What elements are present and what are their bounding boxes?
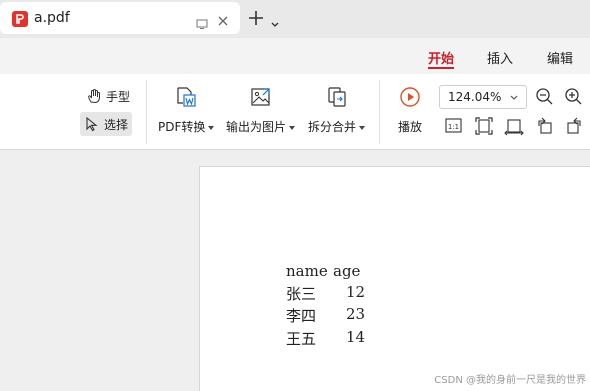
rotate-right-button[interactable] [564, 116, 584, 136]
row-1-name: 张三 [286, 285, 317, 303]
tab-strip: a.pdf [0, 0, 590, 38]
svg-text:1:1: 1:1 [448, 123, 459, 131]
fit-page-button[interactable] [474, 116, 494, 136]
play-label: 播放 [398, 120, 423, 134]
dropdown-caret-icon [359, 125, 366, 130]
active-tab-indicator [428, 67, 454, 69]
rotate-left-button[interactable] [535, 116, 555, 136]
play-icon [400, 87, 420, 107]
hand-tool-button[interactable]: 手型 [82, 84, 134, 108]
document-tab[interactable]: a.pdf [0, 2, 240, 34]
export-image-button[interactable]: 输出为图片 [226, 86, 296, 135]
pdf-file-icon [12, 11, 28, 27]
split-merge-icon [327, 87, 346, 107]
zoom-level-select[interactable]: 124.04% [439, 85, 527, 109]
actual-size-button[interactable]: 1:1 [444, 116, 464, 136]
row-3-name: 王五 [286, 330, 317, 348]
row-2-age: 23 [346, 305, 366, 323]
rotate-right-icon [567, 117, 581, 134]
chevron-down-icon[interactable] [270, 14, 280, 27]
row-2-name: 李四 [286, 307, 317, 325]
toolbar-divider [146, 80, 147, 144]
cursor-arrow-icon [86, 116, 98, 132]
tab-title: a.pdf [34, 10, 70, 26]
rotate-left-icon [538, 117, 552, 134]
zoom-in-button[interactable] [564, 87, 584, 107]
split-merge-button[interactable]: 拆分合并 [308, 86, 366, 135]
play-button[interactable]: 播放 [398, 86, 422, 135]
chevron-down-icon [510, 95, 518, 100]
actual-size-icon: 1:1 [445, 118, 462, 133]
toolbar-divider [379, 80, 380, 144]
tab-start[interactable]: 开始 [428, 48, 454, 67]
dropdown-caret-icon [208, 125, 215, 130]
ribbon-tab-bar: 开始 插入 编辑 [0, 38, 590, 74]
export-image-label: 输出为图片 [226, 120, 287, 134]
pdf-convert-button[interactable]: PDF转换 [158, 86, 215, 135]
tab-edit[interactable]: 编辑 [547, 48, 573, 67]
row-1-age: 12 [346, 283, 366, 301]
fit-width-button[interactable] [504, 116, 524, 136]
pdf-convert-label: PDF转换 [158, 120, 206, 134]
column-header-age: age [333, 262, 361, 280]
select-tool-label: 选择 [104, 117, 129, 132]
zoom-value: 124.04% [448, 90, 502, 104]
fit-width-icon [504, 119, 524, 136]
ribbon-toolbar: 手型 选择 PDF转换 输出为图片 拆分合并 播放 124.04% 1:1 [0, 74, 590, 150]
pdf-convert-icon [177, 87, 196, 107]
dropdown-caret-icon [289, 125, 296, 130]
document-viewport[interactable]: name age 张三 12 李四 23 王五 14 [0, 150, 590, 391]
image-export-icon [250, 88, 270, 106]
hand-tool-label: 手型 [106, 89, 131, 104]
select-tool-button[interactable]: 选择 [80, 112, 133, 136]
split-merge-label: 拆分合并 [308, 120, 357, 134]
zoom-in-icon [565, 88, 582, 105]
row-3-age: 14 [346, 328, 366, 346]
window-restore-icon[interactable] [196, 14, 208, 29]
pdf-page: name age 张三 12 李四 23 王五 14 [199, 166, 590, 391]
close-tab-icon[interactable] [217, 12, 229, 26]
watermark-text: CSDN @我的身前一尺是我的世界 [434, 375, 586, 386]
new-tab-plus-icon[interactable] [248, 10, 264, 26]
hand-icon [88, 89, 100, 104]
tab-insert[interactable]: 插入 [487, 48, 513, 67]
zoom-out-button[interactable] [535, 87, 555, 107]
fit-page-icon [475, 117, 493, 135]
column-header-name: name [286, 262, 328, 280]
zoom-out-icon [536, 88, 553, 105]
